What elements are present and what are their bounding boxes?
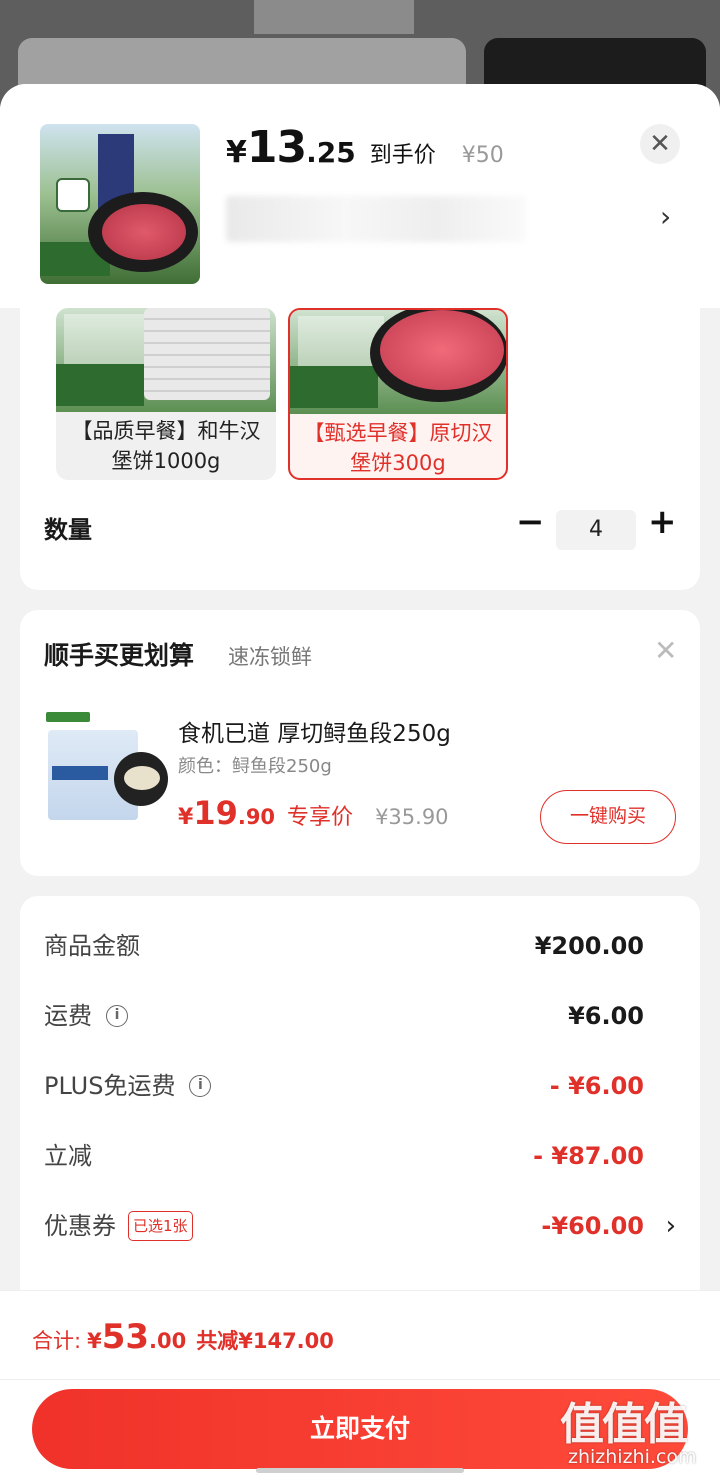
- summary-row-instant-discount: 立减 - ¥87.00: [44, 1136, 676, 1176]
- product-image: [40, 124, 200, 284]
- watermark-site: zhizhizhi.com: [568, 1446, 697, 1468]
- price-decimal: .25: [306, 136, 356, 169]
- price-integer: 13: [246, 122, 307, 173]
- quantity-stepper[interactable]: 4: [556, 510, 636, 550]
- sku-option-original-cut[interactable]: 【甄选早餐】原切汉堡饼300g: [288, 308, 508, 480]
- sku-option-label: 【甄选早餐】原切汉堡饼300g: [303, 421, 493, 475]
- spec-card: 【品质早餐】和牛汉堡饼1000g 【甄选早餐】原切汉堡饼300g 数量 − 4 …: [20, 284, 700, 590]
- summary-label: PLUS免运费: [44, 1072, 176, 1100]
- summary-value: ¥6.00: [568, 1002, 644, 1030]
- sku-image: [56, 308, 276, 412]
- original-price: ¥35.90: [375, 805, 449, 829]
- watermark-logo: 值值值 zhizhizhi.com: [560, 1388, 716, 1472]
- price-summary-card: 商品金额 ¥200.00 运费 i ¥6.00 PLUS免运费 i - ¥6.00 …: [20, 896, 700, 1336]
- total-saved: 共减¥147.00: [196, 1329, 334, 1353]
- summary-label: 优惠券: [44, 1212, 116, 1240]
- watermark-logo-text: 值值值: [560, 1399, 688, 1450]
- addon-price: ¥ 19 .90 专享价 ¥35.90: [178, 794, 449, 832]
- summary-row-coupon[interactable]: 优惠券 已选1张 -¥60.00 ›: [44, 1206, 676, 1246]
- order-total: 合计: ¥ 53 .00 共减¥147.00: [32, 1317, 334, 1357]
- one-click-buy-button[interactable]: 一键购买: [540, 790, 676, 844]
- addon-product-name[interactable]: 食机已道 厚切鲟鱼段250g: [178, 714, 451, 748]
- price-label: 到手价: [369, 143, 436, 168]
- summary-value: - ¥6.00: [549, 1072, 644, 1100]
- background-banner: [254, 0, 414, 34]
- divider: [0, 1379, 720, 1380]
- addon-product-variant: 颜色：鲟鱼段250g: [178, 756, 332, 777]
- summary-value: ¥200.00: [534, 932, 644, 960]
- chevron-right-icon[interactable]: ›: [660, 200, 671, 233]
- price-decimal: .90: [237, 805, 276, 829]
- price-integer: 19: [193, 794, 238, 832]
- total-label: 合计:: [32, 1329, 82, 1353]
- summary-row-goods-amount: 商品金额 ¥200.00: [44, 926, 676, 966]
- sku-option-label: 【品质早餐】和牛汉堡饼1000g: [71, 419, 261, 473]
- summary-row-plus-free-shipping: PLUS免运费 i - ¥6.00: [44, 1066, 676, 1106]
- addon-title: 顺手买更划算: [44, 641, 195, 670]
- total-integer: 53: [101, 1317, 150, 1357]
- close-icon[interactable]: ✕: [640, 124, 680, 164]
- quality-badge-icon: [56, 178, 90, 212]
- plus-icon[interactable]: +: [648, 502, 677, 542]
- price-symbol: ¥: [226, 135, 247, 170]
- addon-card: 顺手买更划算 速冻锁鲜 ✕ 食机已道 厚切鲟鱼段250g 颜色：鲟鱼段250g …: [20, 610, 700, 876]
- info-icon[interactable]: i: [189, 1075, 212, 1097]
- sku-image: [290, 310, 506, 414]
- minus-icon[interactable]: −: [516, 502, 545, 542]
- price-symbol: ¥: [87, 1329, 102, 1353]
- product-header: ¥ 13 .25 到手价 ¥50 ✕ ›: [0, 84, 720, 308]
- sku-option-wagyu[interactable]: 【品质早餐】和牛汉堡饼1000g: [56, 308, 276, 480]
- summary-label: 运费: [44, 1002, 92, 1030]
- final-price: ¥ 13 .25 到手价 ¥50: [226, 122, 504, 182]
- blurred-promo-line: [226, 196, 526, 242]
- price-symbol: ¥: [178, 805, 194, 830]
- summary-label: 立减: [44, 1142, 92, 1170]
- info-icon[interactable]: i: [106, 1005, 128, 1027]
- summary-label: 商品金额: [44, 932, 140, 960]
- summary-row-shipping: 运费 i ¥6.00: [44, 996, 676, 1036]
- coupon-selected-badge: 已选1张: [128, 1211, 193, 1241]
- original-price: ¥50: [461, 143, 504, 168]
- total-decimal: .00: [149, 1329, 187, 1353]
- close-icon[interactable]: ✕: [654, 634, 677, 667]
- addon-product-image[interactable]: [44, 712, 170, 824]
- exclusive-price-label: 专享价: [287, 805, 354, 830]
- summary-value: - ¥87.00: [533, 1142, 644, 1170]
- quantity-label: 数量: [44, 516, 92, 544]
- checkout-sheet: ¥ 13 .25 到手价 ¥50 ✕ › 【品质早餐】和牛汉堡饼1000g 【甄…: [0, 84, 720, 1476]
- summary-value: -¥60.00: [541, 1212, 644, 1240]
- chevron-right-icon[interactable]: ›: [666, 1206, 676, 1246]
- home-indicator[interactable]: [256, 1468, 464, 1473]
- addon-subtitle: 速冻锁鲜: [228, 645, 312, 669]
